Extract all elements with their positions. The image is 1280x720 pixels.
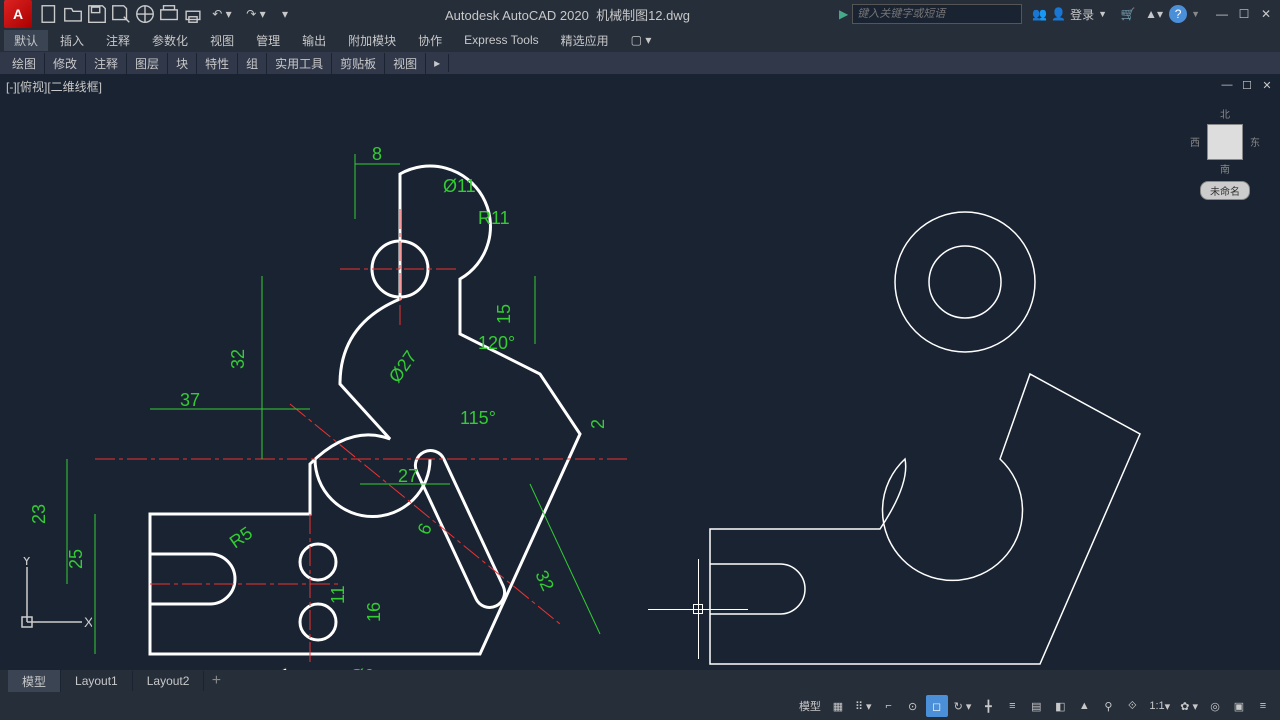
window-title: Autodesk AutoCAD 2020 机械制图12.dwg: [296, 5, 839, 24]
tab-add[interactable]: +: [204, 672, 228, 690]
dim-32a: 32: [228, 349, 248, 369]
chevron-down-icon: ▼: [1098, 9, 1107, 19]
panel-特性[interactable]: 特性: [197, 53, 238, 74]
panel-视图[interactable]: 视图: [385, 53, 426, 74]
snap-icon[interactable]: ⠿ ▾: [851, 695, 876, 717]
menu-插入[interactable]: 插入: [50, 30, 94, 51]
search-play-icon[interactable]: ▶: [839, 7, 848, 21]
menu-协作[interactable]: 协作: [408, 30, 452, 51]
annoscale-icon[interactable]: ▲: [1073, 695, 1095, 717]
dim-32b: 32: [531, 567, 558, 594]
saveas-icon[interactable]: [110, 3, 132, 25]
cart-icon[interactable]: 🛒: [1117, 3, 1139, 25]
cycling-icon[interactable]: ◧: [1049, 695, 1071, 717]
menu-注释[interactable]: 注释: [96, 30, 140, 51]
app-logo[interactable]: A: [4, 0, 32, 28]
gear-icon[interactable]: ✿ ▾: [1176, 695, 1202, 717]
ribbon-extra[interactable]: ▢ ▾: [621, 31, 662, 49]
search-input[interactable]: [852, 4, 1022, 24]
polar-icon[interactable]: ⊙: [902, 695, 924, 717]
annomonitor-icon[interactable]: ⚲: [1097, 695, 1119, 717]
panel-块[interactable]: 块: [168, 53, 197, 74]
grid-icon[interactable]: ▦: [827, 695, 849, 717]
signin-button[interactable]: 👥 👤 登录 ▼: [1026, 4, 1113, 25]
ucs-icon[interactable]: Y X: [12, 557, 92, 640]
new-icon[interactable]: [38, 3, 60, 25]
tab-Layout1[interactable]: Layout1: [61, 671, 133, 691]
dim-6: 6: [413, 520, 435, 538]
login-label: 登录: [1070, 6, 1094, 23]
menu-Express Tools[interactable]: Express Tools: [454, 31, 548, 49]
panel-修改[interactable]: 修改: [45, 53, 86, 74]
minimize-button[interactable]: —: [1212, 4, 1232, 24]
osnap-icon[interactable]: ◻: [926, 695, 948, 717]
customize-icon[interactable]: ≡: [1252, 695, 1274, 717]
svg-text:Y: Y: [22, 557, 32, 568]
app-icon[interactable]: ▲▾: [1143, 3, 1165, 25]
hardware-icon[interactable]: ▣: [1228, 695, 1250, 717]
dim-11a: 11: [328, 585, 348, 604]
maximize-button[interactable]: ☐: [1234, 4, 1254, 24]
dim-d27: Ø27: [385, 347, 421, 386]
autoscale-icon[interactable]: ⟐: [1121, 695, 1143, 717]
redo-icon[interactable]: ↷ ▾: [240, 3, 272, 25]
dim-d11: Ø11: [443, 176, 476, 196]
dim-120: 120°: [478, 333, 515, 353]
chevron-down-icon[interactable]: ▼: [1191, 9, 1200, 19]
panel-组[interactable]: 组: [238, 53, 267, 74]
dim-r5: R5: [226, 523, 256, 553]
web-icon[interactable]: [134, 3, 156, 25]
dim-16: 16: [364, 602, 384, 622]
drawing-canvas[interactable]: 8 Ø11 R11 32 15 120° Ø27 37 115° 2 27 23…: [0, 74, 1280, 670]
panel-more[interactable]: ▸: [426, 54, 449, 72]
isolate-icon[interactable]: ◎: [1204, 695, 1226, 717]
dim-27: 27: [398, 466, 418, 486]
menu-视图[interactable]: 视图: [200, 30, 244, 51]
menu-管理[interactable]: 管理: [246, 30, 290, 51]
tab-模型[interactable]: 模型: [8, 670, 61, 693]
dim-115: 115°: [460, 408, 496, 428]
qat-dropdown-icon[interactable]: ▾: [274, 3, 296, 25]
dim-2: 2: [588, 419, 608, 429]
panel-剪贴板[interactable]: 剪贴板: [332, 53, 385, 74]
panel-绘图[interactable]: 绘图: [4, 53, 45, 74]
dim-23: 23: [29, 504, 49, 524]
svg-text:X: X: [84, 614, 92, 630]
menu-输出[interactable]: 输出: [292, 30, 336, 51]
menu-参数化[interactable]: 参数化: [142, 30, 198, 51]
people-icon: 👥: [1032, 7, 1047, 21]
open-icon[interactable]: [62, 3, 84, 25]
tab-Layout2[interactable]: Layout2: [133, 671, 205, 691]
refresh-icon[interactable]: ↻ ▾: [950, 695, 976, 717]
save-icon[interactable]: [86, 3, 108, 25]
panel-图层[interactable]: 图层: [127, 53, 168, 74]
dim-8: 8: [372, 144, 382, 164]
status-model[interactable]: 模型: [795, 695, 825, 717]
ortho-icon[interactable]: ⌐: [878, 695, 900, 717]
dyninput-icon[interactable]: ╋: [977, 695, 999, 717]
help-icon[interactable]: ?: [1169, 5, 1187, 23]
plot-icon[interactable]: [158, 3, 180, 25]
lineweight-icon[interactable]: ≡: [1001, 695, 1023, 717]
undo-icon[interactable]: ↶ ▾: [206, 3, 238, 25]
dim-37: 37: [180, 390, 200, 410]
menu-附加模块[interactable]: 附加模块: [338, 30, 406, 51]
user-icon: 👤: [1051, 7, 1066, 21]
dim-15: 15: [494, 304, 514, 324]
close-button[interactable]: ✕: [1256, 4, 1276, 24]
print-icon[interactable]: [182, 3, 204, 25]
transparency-icon[interactable]: ▤: [1025, 695, 1047, 717]
panel-实用工具[interactable]: 实用工具: [267, 53, 332, 74]
scale-display[interactable]: 1:1 ▾: [1145, 695, 1174, 717]
panel-注释[interactable]: 注释: [86, 53, 127, 74]
menu-默认[interactable]: 默认: [4, 30, 48, 51]
dim-r11: R11: [478, 208, 510, 228]
menu-精选应用[interactable]: 精选应用: [551, 30, 619, 51]
